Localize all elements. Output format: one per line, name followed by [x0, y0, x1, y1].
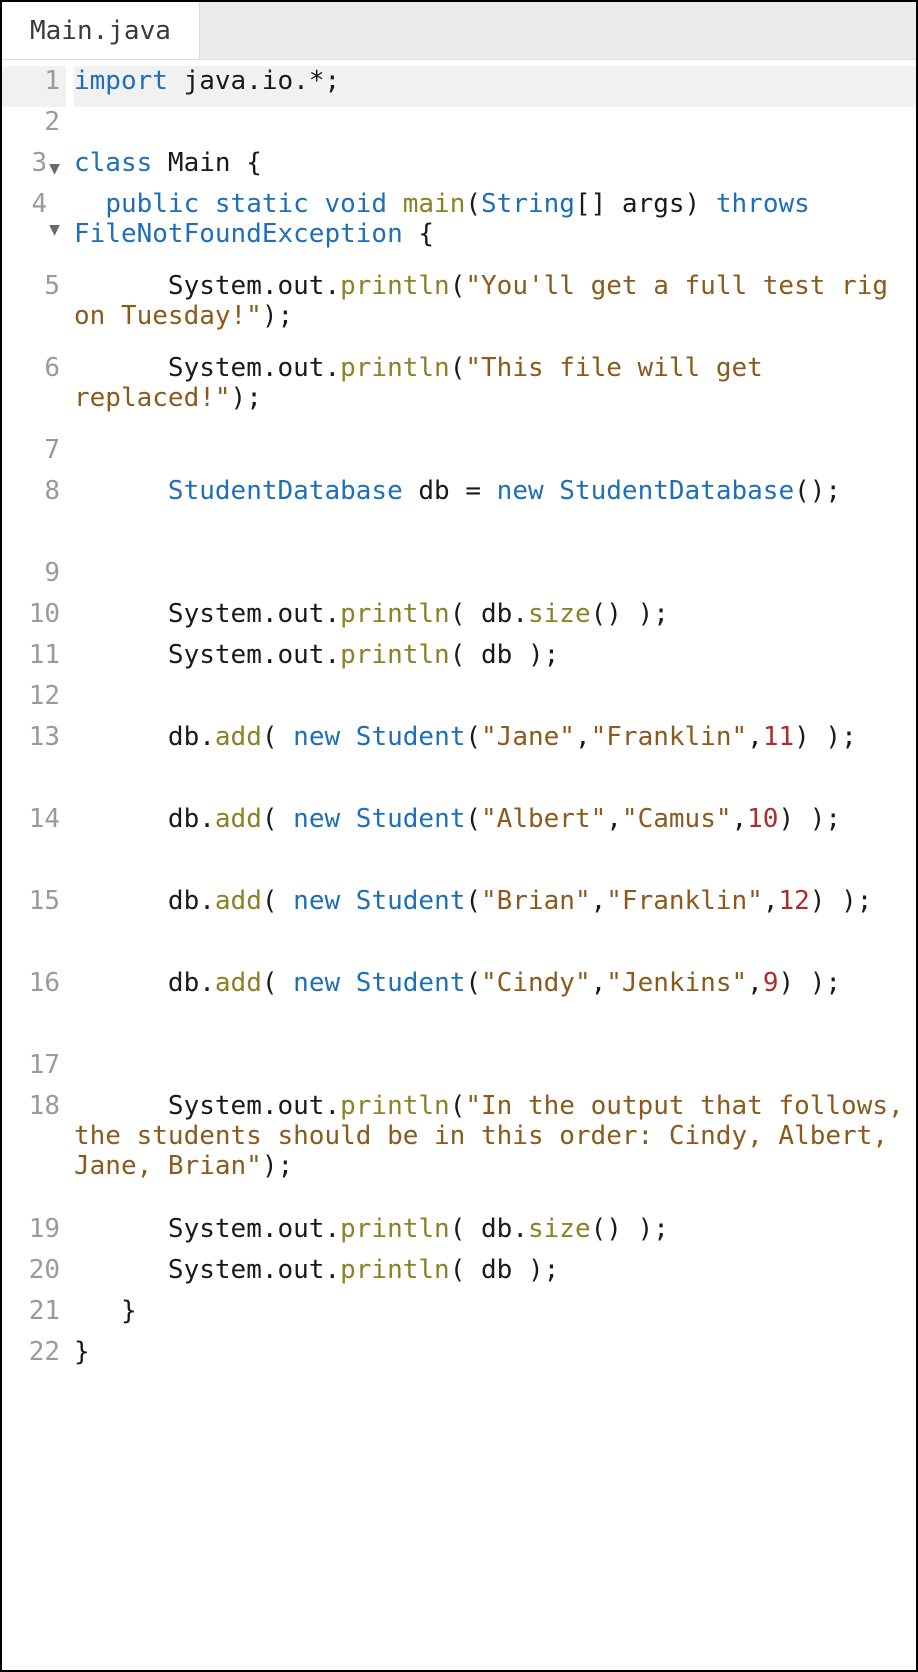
- line-number-15[interactable]: 15: [2, 886, 66, 968]
- line-number-label: 7: [44, 435, 60, 465]
- line-number-label: 3: [32, 148, 48, 178]
- line-number-label: 1: [44, 66, 60, 96]
- line-number-label: 8: [44, 476, 60, 506]
- tab-main-java[interactable]: Main.java: [2, 2, 200, 59]
- code-line-18[interactable]: System.out.println("In the output that f…: [74, 1091, 916, 1214]
- line-number-label: 16: [29, 968, 60, 998]
- line-number-label: 19: [29, 1214, 60, 1244]
- line-number-14[interactable]: 14: [2, 804, 66, 886]
- code-line-12[interactable]: [74, 681, 916, 722]
- keyword-class: class: [74, 148, 152, 178]
- keyword-import: import: [74, 66, 168, 96]
- code-line-5[interactable]: System.out.println("You'll get a full te…: [74, 271, 916, 353]
- line-number-5[interactable]: 5: [2, 271, 66, 353]
- code-line-6[interactable]: System.out.println("This file will get r…: [74, 353, 916, 435]
- line-number-10[interactable]: 10: [2, 599, 66, 640]
- tab-bar: Main.java: [2, 2, 916, 60]
- line-number-label: 2: [44, 107, 60, 137]
- code-line-21[interactable]: }: [74, 1296, 916, 1337]
- fold-toggle-icon[interactable]: ▼: [49, 160, 60, 178]
- code-line-1[interactable]: import java.io.*;: [74, 66, 916, 107]
- line-number-label: 4: [32, 189, 48, 219]
- code-line-8[interactable]: StudentDatabase db = new StudentDatabase…: [74, 476, 916, 558]
- code-editor: Main.java 123▼4▼567891011121314151617181…: [0, 0, 918, 1672]
- line-number-1[interactable]: 1: [2, 66, 66, 107]
- line-number-19[interactable]: 19: [2, 1214, 66, 1255]
- code-line-9[interactable]: [74, 558, 916, 599]
- code-line-4[interactable]: public static void main(String[] args) t…: [74, 189, 916, 271]
- code-area[interactable]: import java.io.*; class Main { public st…: [66, 60, 916, 1670]
- line-number-12[interactable]: 12: [2, 681, 66, 722]
- line-number-label: 13: [29, 722, 60, 752]
- code-container: 123▼4▼5678910111213141516171819202122 im…: [2, 60, 916, 1670]
- code-line-10[interactable]: System.out.println( db.size() );: [74, 599, 916, 640]
- code-line-19[interactable]: System.out.println( db.size() );: [74, 1214, 916, 1255]
- line-number-21[interactable]: 21: [2, 1296, 66, 1337]
- line-number-7[interactable]: 7: [2, 435, 66, 476]
- line-number-4[interactable]: 4▼: [2, 189, 66, 271]
- line-number-17[interactable]: 17: [2, 1050, 66, 1091]
- line-number-label: 10: [29, 599, 60, 629]
- line-number-2[interactable]: 2: [2, 107, 66, 148]
- line-number-11[interactable]: 11: [2, 640, 66, 681]
- code-line-3[interactable]: class Main {: [74, 148, 916, 189]
- line-number-label: 15: [29, 886, 60, 916]
- code-line-16[interactable]: db.add( new Student("Cindy","Jenkins",9)…: [74, 968, 916, 1050]
- line-number-label: 22: [29, 1337, 60, 1367]
- code-line-11[interactable]: System.out.println( db );: [74, 640, 916, 681]
- code-line-7[interactable]: [74, 435, 916, 476]
- line-number-label: 21: [29, 1296, 60, 1326]
- line-number-label: 18: [29, 1091, 60, 1121]
- code-line-2[interactable]: [74, 107, 916, 148]
- code-line-22[interactable]: }: [74, 1337, 916, 1378]
- line-number-label: 20: [29, 1255, 60, 1285]
- line-number-label: 6: [44, 353, 60, 383]
- line-number-6[interactable]: 6: [2, 353, 66, 435]
- line-number-label: 5: [44, 271, 60, 301]
- line-number-22[interactable]: 22: [2, 1337, 66, 1378]
- line-number-18[interactable]: 18: [2, 1091, 66, 1214]
- line-number-3[interactable]: 3▼: [2, 148, 66, 189]
- code-line-14[interactable]: db.add( new Student("Albert","Camus",10)…: [74, 804, 916, 886]
- line-number-label: 14: [29, 804, 60, 834]
- code-line-20[interactable]: System.out.println( db );: [74, 1255, 916, 1296]
- line-number-label: 12: [29, 681, 60, 711]
- line-number-label: 17: [29, 1050, 60, 1080]
- line-number-gutter: 123▼4▼5678910111213141516171819202122: [2, 60, 66, 1670]
- code-line-15[interactable]: db.add( new Student("Brian","Franklin",1…: [74, 886, 916, 968]
- line-number-label: 11: [29, 640, 60, 670]
- line-number-8[interactable]: 8: [2, 476, 66, 558]
- line-number-20[interactable]: 20: [2, 1255, 66, 1296]
- fold-toggle-icon[interactable]: ▼: [49, 221, 60, 239]
- line-number-label: 9: [44, 558, 60, 588]
- line-number-16[interactable]: 16: [2, 968, 66, 1050]
- line-number-9[interactable]: 9: [2, 558, 66, 599]
- code-line-17[interactable]: [74, 1050, 916, 1091]
- line-number-13[interactable]: 13: [2, 722, 66, 804]
- code-line-13[interactable]: db.add( new Student("Jane","Franklin",11…: [74, 722, 916, 804]
